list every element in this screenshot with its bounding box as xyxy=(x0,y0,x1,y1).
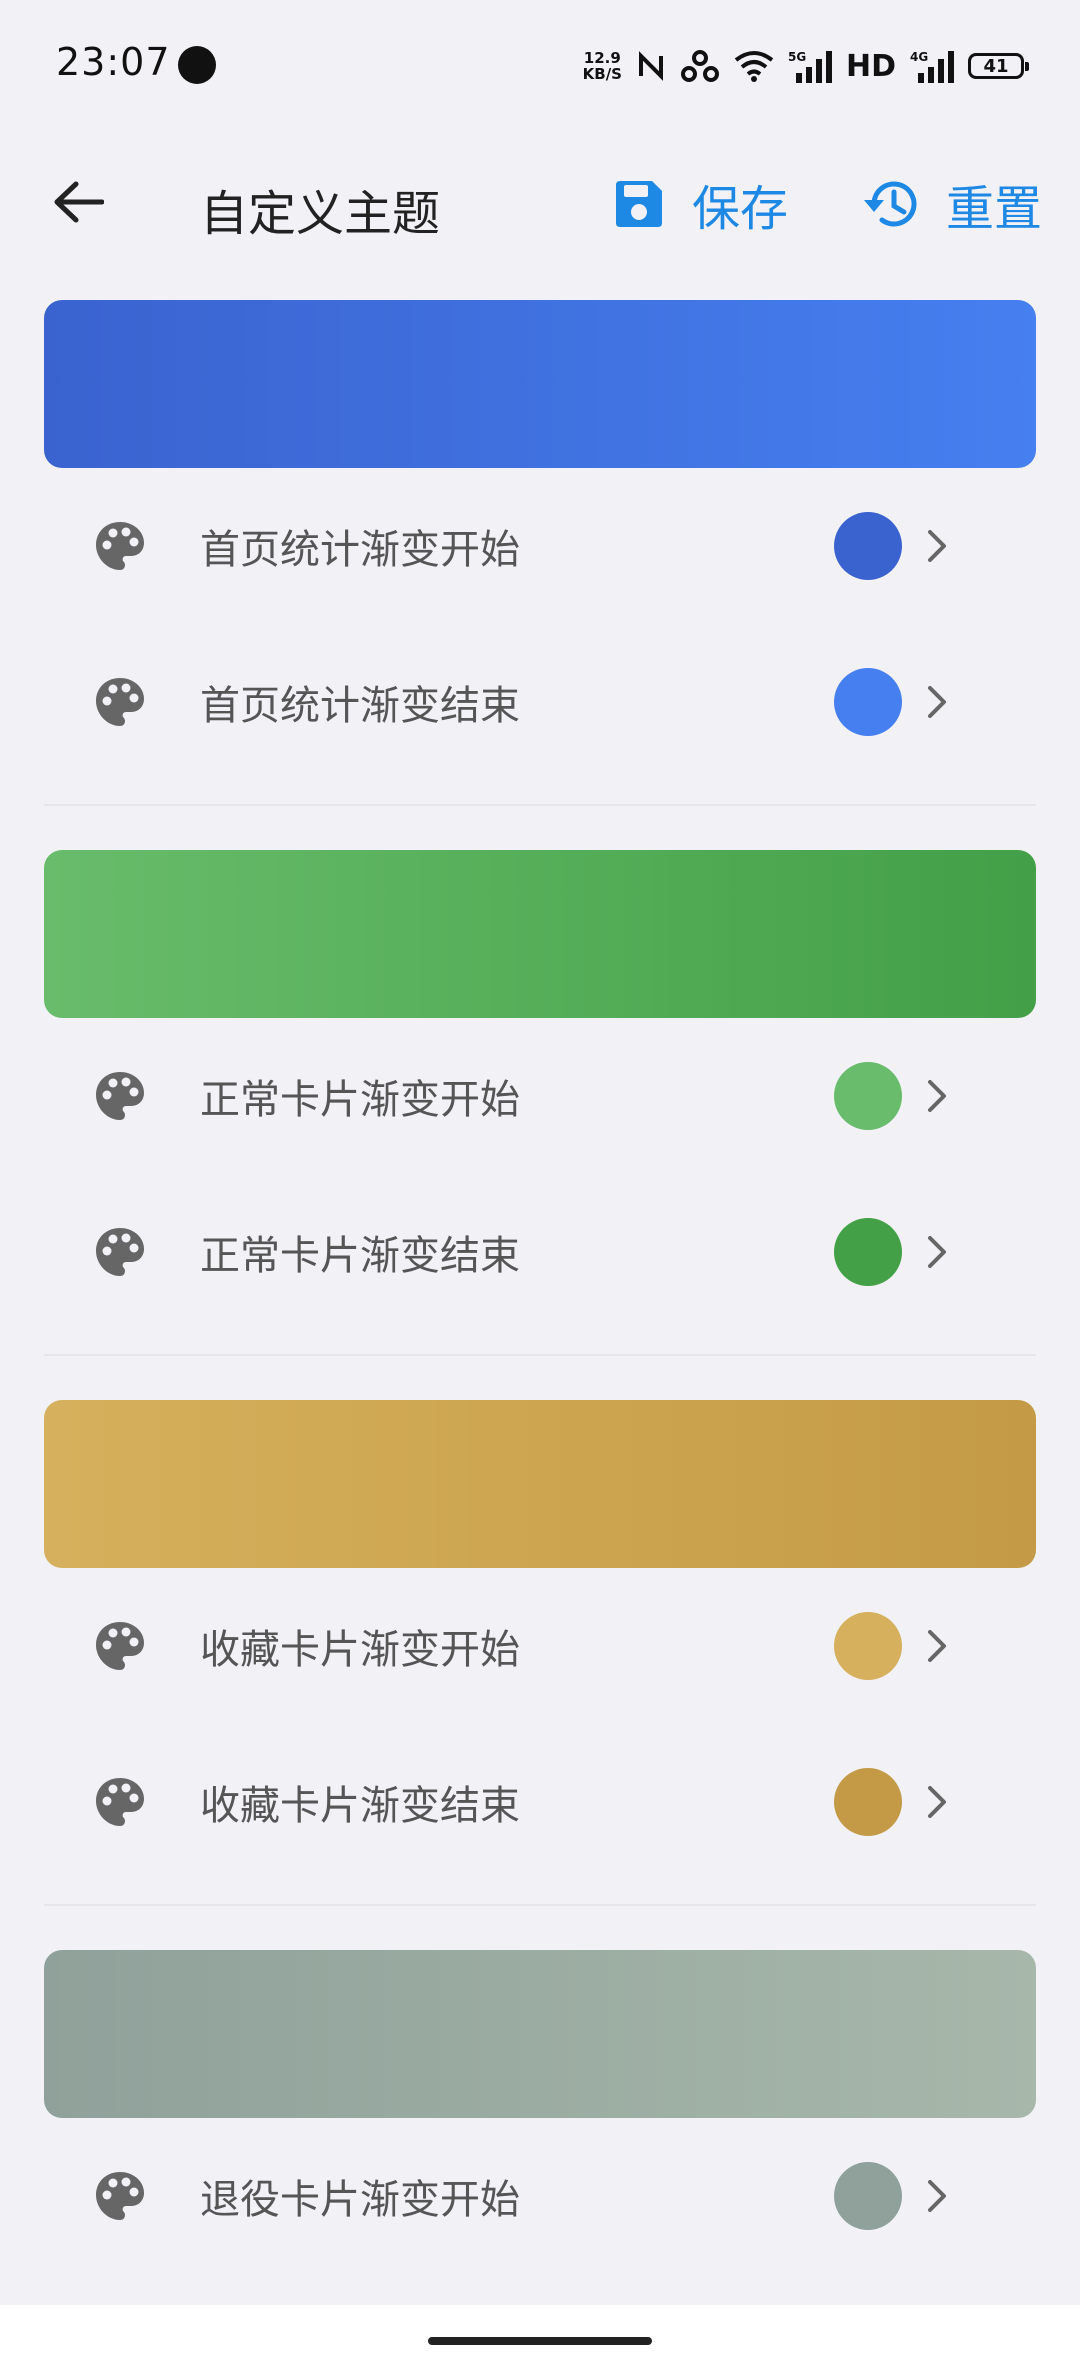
gradient-preview xyxy=(44,1400,1036,1568)
signal-4g-icon: 4G xyxy=(910,50,954,83)
color-swatch[interactable] xyxy=(834,512,902,580)
back-arrow-icon[interactable] xyxy=(46,170,110,234)
status-time: 23:07 xyxy=(56,40,171,84)
reset-label: 重置 xyxy=(946,181,1043,237)
color-setting-row[interactable]: 首页统计渐变结束 xyxy=(0,624,1080,780)
theme-settings-list: 首页统计渐变开始 首页统计渐变结束 正常卡片渐变开始 正常卡片渐变结束 收藏卡片渐变开始… xyxy=(0,300,1080,2274)
divider xyxy=(44,804,1036,806)
palette-icon xyxy=(92,2168,148,2224)
save-label: 保存 xyxy=(692,181,789,237)
palette-icon xyxy=(92,1774,148,1830)
save-button[interactable]: 保存 xyxy=(612,164,788,244)
chevron-right-icon xyxy=(918,1071,956,1121)
hd-indicator: HD xyxy=(845,48,896,84)
color-group: 首页统计渐变开始 首页统计渐变结束 xyxy=(0,300,1080,806)
nfc-icon xyxy=(638,51,663,81)
color-setting-label: 正常卡片渐变结束 xyxy=(200,1233,520,1279)
gradient-preview xyxy=(44,1950,1036,2118)
save-icon xyxy=(616,181,662,227)
battery-icon: 41 xyxy=(968,53,1029,79)
color-swatch[interactable] xyxy=(834,1218,902,1286)
status-icons: 12.9 KB/S 5G HD 4G 41 xyxy=(582,46,1029,86)
color-setting-row[interactable]: 正常卡片渐变开始 xyxy=(0,1018,1080,1174)
color-setting-row[interactable]: 正常卡片渐变结束 xyxy=(0,1174,1080,1330)
hotspot-icon xyxy=(680,50,719,82)
svg-text:4G: 4G xyxy=(910,50,928,64)
page-title: 自定义主题 xyxy=(200,186,441,242)
color-setting-row[interactable]: 收藏卡片渐变结束 xyxy=(0,1724,1080,1880)
color-setting-row[interactable]: 收藏卡片渐变开始 xyxy=(0,1568,1080,1724)
gradient-preview xyxy=(44,300,1036,468)
color-setting-row[interactable]: 退役卡片渐变开始 xyxy=(0,2118,1080,2274)
notification-dot-icon xyxy=(178,46,216,84)
app-bar: 自定义主题 保存 重置 xyxy=(0,150,1080,260)
palette-icon xyxy=(92,674,148,730)
svg-text:5G: 5G xyxy=(788,50,806,64)
color-setting-label: 首页统计渐变开始 xyxy=(200,527,520,573)
color-setting-label: 正常卡片渐变开始 xyxy=(200,1077,520,1123)
color-swatch[interactable] xyxy=(834,2162,902,2230)
color-group: 收藏卡片渐变开始 收藏卡片渐变结束 xyxy=(0,1400,1080,1906)
color-swatch[interactable] xyxy=(834,1062,902,1130)
chevron-right-icon xyxy=(918,677,956,727)
divider xyxy=(44,1904,1036,1906)
signal-5g-icon: 5G xyxy=(788,50,832,83)
palette-icon xyxy=(92,1618,148,1674)
color-setting-label: 退役卡片渐变开始 xyxy=(200,2177,520,2223)
color-swatch[interactable] xyxy=(834,1612,902,1680)
color-group: 正常卡片渐变开始 正常卡片渐变结束 xyxy=(0,850,1080,1356)
color-setting-row[interactable]: 首页统计渐变开始 xyxy=(0,468,1080,624)
chevron-right-icon xyxy=(918,1621,956,1671)
wifi-icon xyxy=(734,51,774,82)
reset-button[interactable]: 重置 xyxy=(860,164,1042,244)
palette-icon xyxy=(92,1068,148,1124)
color-swatch[interactable] xyxy=(834,668,902,736)
history-icon xyxy=(864,181,917,227)
color-setting-label: 收藏卡片渐变开始 xyxy=(200,1627,520,1673)
color-setting-label: 首页统计渐变结束 xyxy=(200,683,520,729)
net-speed: 12.9 KB/S xyxy=(582,49,622,83)
chevron-right-icon xyxy=(918,521,956,571)
color-swatch[interactable] xyxy=(834,1768,902,1836)
chevron-right-icon xyxy=(918,1227,956,1277)
chevron-right-icon xyxy=(918,2171,956,2221)
color-group: 退役卡片渐变开始 xyxy=(0,1950,1080,2274)
home-gesture-handle[interactable] xyxy=(428,2337,652,2345)
palette-icon xyxy=(92,518,148,574)
chevron-right-icon xyxy=(918,1777,956,1827)
gradient-preview xyxy=(44,850,1036,1018)
palette-icon xyxy=(92,1224,148,1280)
color-setting-label: 收藏卡片渐变结束 xyxy=(200,1783,520,1829)
divider xyxy=(44,1354,1036,1356)
navigation-bar xyxy=(0,2305,1080,2375)
status-bar: 23:07 12.9 KB/S 5G HD 4G 41 xyxy=(0,0,1080,132)
